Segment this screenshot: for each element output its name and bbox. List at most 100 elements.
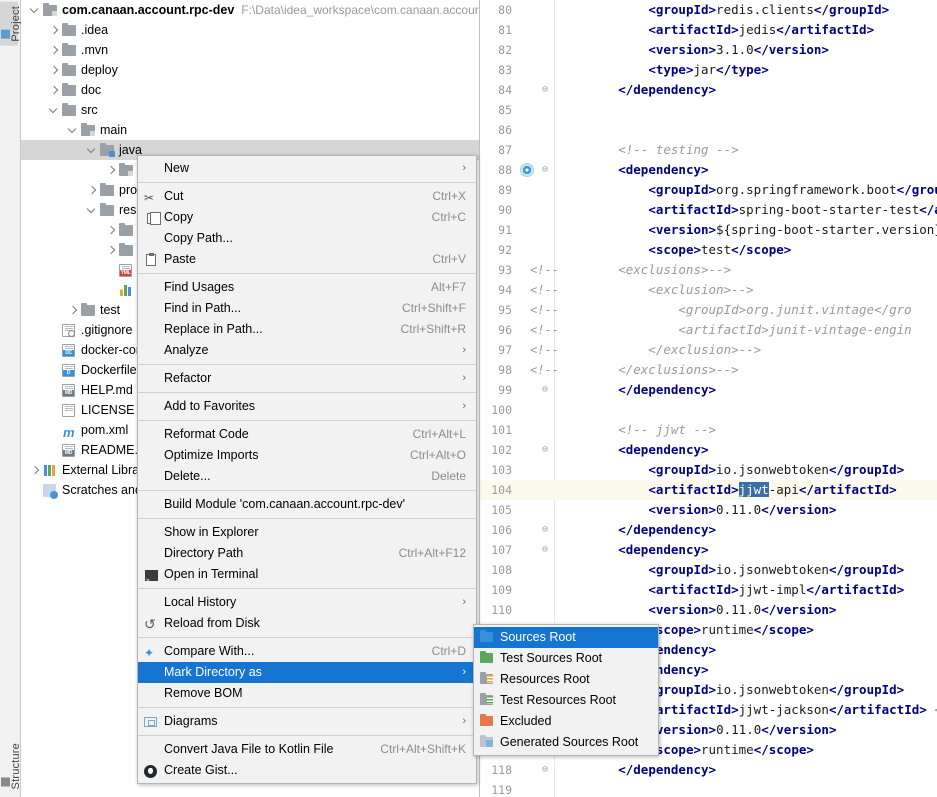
code-line[interactable]: 104 <artifactId>jjwt-api</artifactId>: [480, 480, 937, 500]
menu-item-cut[interactable]: Cut Ctrl+X: [138, 186, 476, 207]
menu-item-find-in-path[interactable]: Find in Path... Ctrl+Shift+F: [138, 298, 476, 319]
chevron-right-icon[interactable]: [105, 160, 118, 180]
code-line[interactable]: 118 ⊖ </dependency>: [480, 760, 937, 780]
menu-item-directory-path[interactable]: Directory Path Ctrl+Alt+F12: [138, 543, 476, 564]
menu-item-optimize-imports[interactable]: Optimize Imports Ctrl+Alt+O: [138, 445, 476, 466]
tool-window-tab-structure[interactable]: Structure: [0, 739, 22, 793]
tree-row-main[interactable]: main: [21, 120, 479, 140]
chevron-down-icon[interactable]: [29, 0, 42, 20]
code-line[interactable]: 105 <version>0.11.0</version>: [480, 500, 937, 520]
code-fold-minus-icon[interactable]: ⊖: [538, 80, 552, 100]
submenu-item-resources-root[interactable]: Resources Root: [474, 669, 658, 690]
menu-item-paste[interactable]: Paste Ctrl+V: [138, 249, 476, 270]
code-line[interactable]: 84 ⊖ </dependency>: [480, 80, 937, 100]
menu-item-copy[interactable]: Copy Ctrl+C: [138, 207, 476, 228]
code-line[interactable]: 88 ⊖ <dependency>: [480, 160, 937, 180]
chevron-down-icon[interactable]: [86, 140, 99, 160]
code-line[interactable]: 89 <groupId>org.springframework.boot</gr…: [480, 180, 937, 200]
tree-row-project-root[interactable]: com.canaan.account.rpc-dev F:\Data\idea_…: [21, 0, 479, 20]
code-line[interactable]: 86: [480, 120, 937, 140]
code-line[interactable]: 101 <!-- jjwt -->: [480, 420, 937, 440]
tree-row-idea[interactable]: .idea: [21, 20, 479, 40]
menu-item-create-gist[interactable]: Create Gist...: [138, 760, 476, 781]
code-line[interactable]: 94 <!-- <exclusion>-->: [480, 280, 937, 300]
menu-item-mark-directory-as[interactable]: Mark Directory as ›: [138, 662, 476, 683]
code-line[interactable]: 85: [480, 100, 937, 120]
chevron-right-icon[interactable]: [48, 20, 61, 40]
code-line[interactable]: 100: [480, 400, 937, 420]
tool-window-tab-project[interactable]: Project: [0, 2, 22, 46]
menu-item-open-in-terminal[interactable]: Open in Terminal: [138, 564, 476, 591]
menu-item-reload-from-disk[interactable]: Reload from Disk: [138, 613, 476, 634]
spring-bean-gutter-icon[interactable]: [520, 163, 534, 177]
code-line[interactable]: 98 <!-- </exclusions>-->: [480, 360, 937, 380]
mark-directory-as-submenu[interactable]: Sources Root Test Sources Root Resources R…: [473, 624, 659, 756]
code-line[interactable]: 96 <!-- <artifactId>junit-vintage-engin: [480, 320, 937, 340]
code-line[interactable]: 90 <artifactId>spring-boot-starter-test<…: [480, 200, 937, 220]
menu-item-convert-java-file-to-kotlin-file[interactable]: Convert Java File to Kotlin File Ctrl+Alt…: [138, 739, 476, 760]
code-line[interactable]: 99 ⊖ </dependency>: [480, 380, 937, 400]
chevron-right-icon[interactable]: [48, 60, 61, 80]
code-line[interactable]: 92 <scope>test</scope>: [480, 240, 937, 260]
submenu-item-test-resources-root[interactable]: Test Resources Root: [474, 690, 658, 711]
code-line[interactable]: 106 ⊖ </dependency>: [480, 520, 937, 540]
chevron-right-icon[interactable]: [67, 300, 80, 320]
chevron-right-icon[interactable]: [48, 40, 61, 60]
chevron-right-icon[interactable]: [29, 460, 42, 480]
context-menu[interactable]: New › Cut Ctrl+X Copy Ctrl+C Copy Path... Paste…: [137, 155, 477, 784]
menu-item-analyze[interactable]: Analyze ›: [138, 340, 476, 361]
tree-row-src[interactable]: src: [21, 100, 479, 120]
submenu-item-sources-root[interactable]: Sources Root: [474, 627, 658, 648]
submenu-item-test-sources-root[interactable]: Test Sources Root: [474, 648, 658, 669]
code-line[interactable]: 81 <artifactId>jedis</artifactId>: [480, 20, 937, 40]
code-line[interactable]: 95 <!-- <groupId>org.junit.vintage</gro: [480, 300, 937, 320]
submenu-item-label: Resources Root: [500, 672, 590, 686]
menu-item-replace-in-path[interactable]: Replace in Path... Ctrl+Shift+R: [138, 319, 476, 340]
menu-item-remove-bom[interactable]: Remove BOM: [138, 683, 476, 704]
code-fold-minus-icon[interactable]: ⊖: [538, 760, 552, 780]
chevron-down-icon[interactable]: [48, 100, 61, 120]
chevron-right-icon[interactable]: [86, 180, 99, 200]
tree-row-doc[interactable]: doc: [21, 80, 479, 100]
code-line[interactable]: 119: [480, 780, 937, 797]
code-line[interactable]: 97 <!-- </exclusion>-->: [480, 340, 937, 360]
menu-item-compare-with[interactable]: Compare With... Ctrl+D: [138, 641, 476, 662]
chevron-right-icon[interactable]: [105, 240, 118, 260]
menu-item-local-history[interactable]: Local History ›: [138, 592, 476, 613]
submenu-item-generated-sources-root[interactable]: Generated Sources Root: [474, 732, 658, 753]
code-line[interactable]: 83 <type>jar</type>: [480, 60, 937, 80]
menu-item-delete[interactable]: Delete... Delete: [138, 466, 476, 487]
code-line[interactable]: 103 <groupId>io.jsonwebtoken</groupId>: [480, 460, 937, 480]
menu-item-reformat-code[interactable]: Reformat Code Ctrl+Alt+L: [138, 424, 476, 445]
code-fold-plus-icon[interactable]: ⊖: [538, 440, 552, 460]
code-line[interactable]: 107 ⊖ <dependency>: [480, 540, 937, 560]
code-line[interactable]: 87 <!-- testing -->: [480, 140, 937, 160]
code-fold-plus-icon[interactable]: ⊖: [538, 540, 552, 560]
menu-item-new[interactable]: New ›: [138, 158, 476, 179]
submenu-item-excluded[interactable]: Excluded: [474, 711, 658, 732]
code-line[interactable]: 93 <!-- <exclusions>-->: [480, 260, 937, 280]
chevron-right-icon[interactable]: [105, 220, 118, 240]
chevron-down-icon[interactable]: [67, 120, 80, 140]
menu-item-show-in-explorer[interactable]: Show in Explorer: [138, 522, 476, 543]
code-line[interactable]: 102 ⊖ <dependency>: [480, 440, 937, 460]
code-fold-minus-icon[interactable]: ⊖: [538, 520, 552, 540]
menu-item-find-usages[interactable]: Find Usages Alt+F7: [138, 277, 476, 298]
code-line[interactable]: 108 <groupId>io.jsonwebtoken</groupId>: [480, 560, 937, 580]
menu-item-build-module-com-canaan-account-rpc-dev[interactable]: Build Module 'com.canaan.account.rpc-dev…: [138, 494, 476, 515]
code-line[interactable]: 80 <groupId>redis.clients</groupId>: [480, 0, 937, 20]
tree-row-mvn[interactable]: .mvn: [21, 40, 479, 60]
code-fold-plus-icon[interactable]: ⊖: [538, 160, 552, 180]
code-fold-minus-icon[interactable]: ⊖: [538, 380, 552, 400]
code-line[interactable]: 91 <version>${spring-boot-starter.versio…: [480, 220, 937, 240]
chevron-down-icon[interactable]: [86, 200, 99, 220]
menu-item-refactor[interactable]: Refactor ›: [138, 368, 476, 389]
chevron-right-icon[interactable]: [48, 80, 61, 100]
menu-item-diagrams[interactable]: Diagrams ›: [138, 711, 476, 732]
tree-row-deploy[interactable]: deploy: [21, 60, 479, 80]
code-line[interactable]: 110 <version>0.11.0</version>: [480, 600, 937, 620]
code-line[interactable]: 82 <version>3.1.0</version>: [480, 40, 937, 60]
menu-item-copy-path[interactable]: Copy Path...: [138, 228, 476, 249]
menu-item-add-to-favorites[interactable]: Add to Favorites ›: [138, 396, 476, 417]
code-line[interactable]: 109 <artifactId>jjwt-impl</artifactId>: [480, 580, 937, 600]
